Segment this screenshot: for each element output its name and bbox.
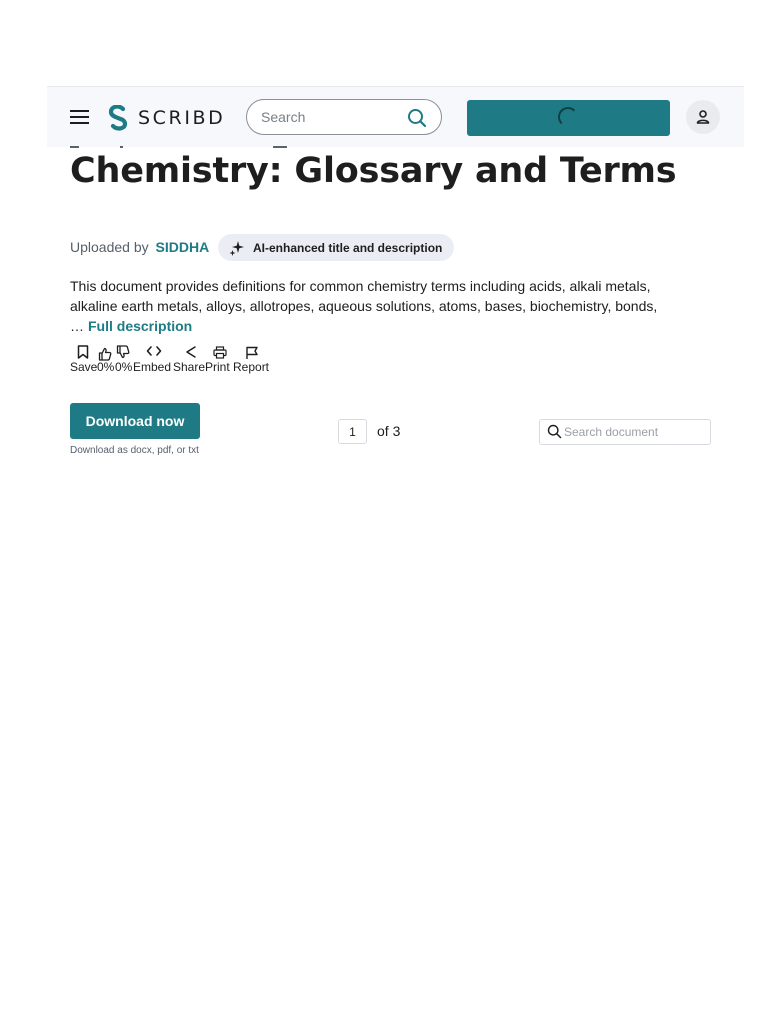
- save-label: Save: [70, 360, 98, 374]
- loading-spinner-icon: [558, 107, 578, 127]
- site-search[interactable]: [246, 99, 442, 135]
- loading-cta-button[interactable]: [467, 100, 670, 136]
- scribd-logo-icon: [108, 105, 128, 131]
- flag-icon: [246, 346, 258, 359]
- thumbs-up-icon: [98, 347, 112, 361]
- search-input[interactable]: [261, 108, 401, 126]
- share-label: Share: [173, 360, 206, 374]
- user-icon: [696, 110, 710, 124]
- uploader-line: Uploaded by SIDDHA: [70, 239, 209, 255]
- document-search-input[interactable]: [564, 424, 704, 440]
- thumbs-down-icon: [116, 345, 130, 359]
- search-icon[interactable]: [407, 108, 427, 128]
- like-percent: 0%: [97, 360, 115, 374]
- page-number-input[interactable]: [338, 419, 367, 444]
- share-icon: [186, 346, 196, 358]
- brand-name: SCRIBD: [138, 107, 226, 129]
- breadcrumb-clipped: [70, 146, 290, 148]
- dislike-percent: 0%: [115, 360, 133, 374]
- download-formats-note: Download as docx, pdf, or txt: [70, 445, 199, 456]
- document-search[interactable]: [539, 419, 711, 445]
- print-label: Print: [205, 360, 230, 374]
- page-title: Chemistry: Glossary and Terms: [70, 151, 677, 191]
- uploaded-by-label: Uploaded by: [70, 239, 149, 255]
- ai-enhanced-badge: AI-enhanced title and description: [218, 234, 455, 261]
- description-ellipsis: …: [70, 318, 84, 334]
- full-description-link[interactable]: Full description: [88, 316, 192, 336]
- menu-icon[interactable]: [70, 110, 89, 124]
- top-header: SCRIBD: [47, 86, 744, 147]
- user-account-icon[interactable]: [686, 100, 720, 134]
- scribd-logo[interactable]: SCRIBD: [107, 104, 225, 132]
- sparkle-icon: [229, 240, 244, 256]
- embed-label: Embed: [133, 360, 172, 374]
- report-label: Report: [233, 360, 270, 374]
- embed-icon: [146, 346, 162, 356]
- page-total-label: of 3: [377, 423, 401, 439]
- document-description: This document provides definitions for c…: [70, 278, 658, 314]
- ai-badge-label: AI-enhanced title and description: [253, 240, 443, 255]
- print-icon: [213, 346, 227, 359]
- download-now-button[interactable]: Download now: [70, 403, 200, 439]
- uploader-link[interactable]: SIDDHA: [156, 239, 210, 255]
- bookmark-icon: [77, 345, 89, 359]
- search-icon: [547, 424, 562, 439]
